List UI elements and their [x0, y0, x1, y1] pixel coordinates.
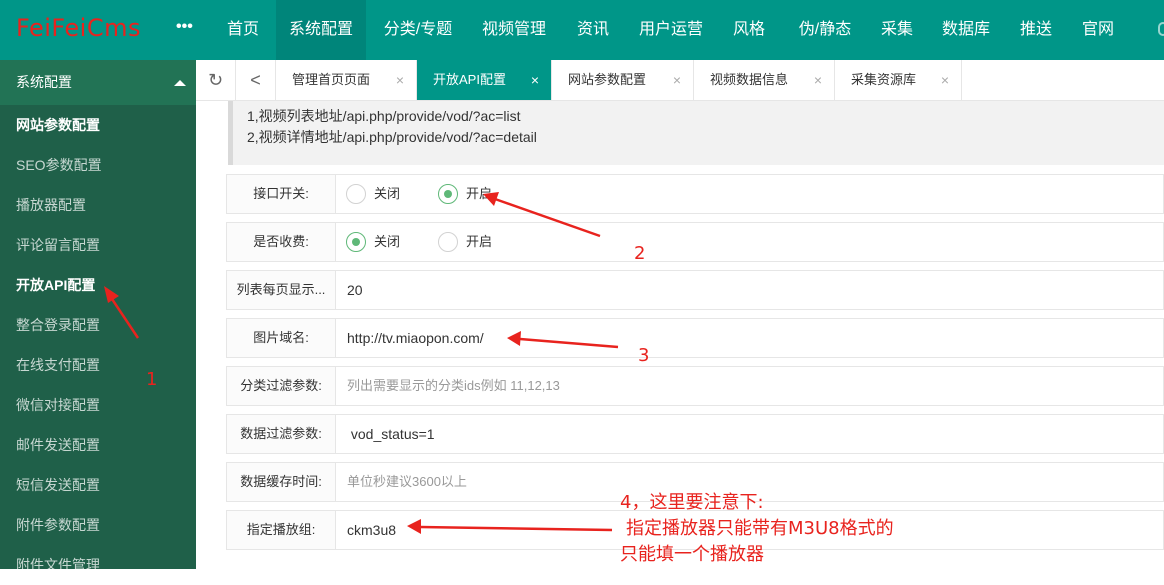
tab-collect-source[interactable]: 采集资源库 ×	[835, 60, 962, 100]
close-icon[interactable]: ×	[396, 60, 404, 100]
nav-database[interactable]: 数据库	[932, 0, 1000, 60]
tab-label: 开放API配置	[433, 72, 506, 87]
data-filter-row: 数据过滤参数: vod_status=1	[226, 414, 1164, 454]
more-icon[interactable]: •••	[176, 18, 193, 36]
notice-line: 2,视频详情地址/api.php/provide/vod/?ac=detail	[247, 129, 537, 145]
field-label: 图片域名:	[227, 319, 336, 357]
sidebar-item-player[interactable]: 播放器配置	[0, 185, 196, 225]
sidebar: 系统配置 网站参数配置 SEO参数配置 播放器配置 评论留言配置 开放API配置…	[0, 60, 196, 573]
annotation-4-line3: 只能填一个播放器	[620, 544, 764, 565]
tab-label: 管理首页页面	[292, 72, 371, 87]
nav-user-ops[interactable]: 用户运营	[626, 0, 716, 60]
app-logo[interactable]: FeiFeiCms	[16, 14, 141, 42]
field-label: 指定播放组:	[227, 511, 336, 549]
nav-official[interactable]: 官网	[1070, 0, 1126, 60]
category-filter-row: 分类过滤参数: 列出需要显示的分类ids例如 11,12,13	[226, 366, 1164, 406]
image-domain-row: 图片域名: http://tv.miaopon.com/	[226, 318, 1164, 358]
tab-home[interactable]: 管理首页页面 ×	[276, 60, 417, 100]
tab-open-api[interactable]: 开放API配置 ×	[417, 60, 552, 100]
sidebar-item-payment[interactable]: 在线支付配置	[0, 345, 196, 385]
api-switch-row: 接口开关: 关闭 开启	[226, 174, 1164, 214]
close-icon[interactable]: ×	[673, 60, 681, 100]
page-size-row: 列表每页显示... 20	[226, 270, 1164, 310]
nav-rewrite[interactable]: 伪/静态	[782, 0, 868, 60]
caret-up-icon	[174, 80, 186, 86]
page-size-input[interactable]: 20	[337, 271, 1163, 309]
annotation-1: 1	[146, 369, 158, 390]
annotation-3: 3	[638, 345, 650, 366]
top-navbar: FeiFeiCms ••• 首页 系统配置 分类/专题 视频管理 资讯 用户运营…	[0, 0, 1164, 60]
field-label: 列表每页显示...	[227, 271, 336, 309]
sidebar-item-open-api[interactable]: 开放API配置	[0, 265, 196, 305]
sidebar-header-label: 系统配置	[16, 74, 72, 90]
nav-system-config[interactable]: 系统配置	[276, 0, 366, 60]
notice-line: 1,视频列表地址/api.php/provide/vod/?ac=list	[247, 108, 521, 124]
nav-home[interactable]: 首页	[212, 0, 274, 60]
tab-site-params[interactable]: 网站参数配置 ×	[552, 60, 694, 100]
sidebar-item-wechat[interactable]: 微信对接配置	[0, 385, 196, 425]
tab-video-data[interactable]: 视频数据信息 ×	[694, 60, 835, 100]
close-icon[interactable]: ×	[814, 60, 822, 100]
sidebar-item-files[interactable]: 附件文件管理	[0, 545, 196, 585]
sidebar-item-sms[interactable]: 短信发送配置	[0, 465, 196, 505]
nav-video-manage[interactable]: 视频管理	[470, 0, 558, 60]
close-icon[interactable]: ×	[941, 60, 949, 100]
charge-row: 是否收费: 关闭 开启	[226, 222, 1164, 262]
sidebar-item-site-params[interactable]: 网站参数配置	[0, 105, 196, 145]
image-domain-input[interactable]: http://tv.miaopon.com/	[337, 319, 1163, 357]
nav-push[interactable]: 推送	[1008, 0, 1064, 60]
category-filter-input[interactable]: 列出需要显示的分类ids例如 11,12,13	[337, 367, 1163, 405]
partial-icon[interactable]	[1158, 22, 1164, 36]
tab-label: 采集资源库	[851, 72, 917, 87]
field-label: 是否收费:	[227, 223, 336, 261]
tab-bar: ↻ < 管理首页页面 × 开放API配置 × 网站参数配置 × 视频数据信息 ×…	[196, 60, 1164, 101]
field-label: 数据过滤参数:	[227, 415, 336, 453]
nav-news[interactable]: 资讯	[564, 0, 622, 60]
api-notice: 1,视频列表地址/api.php/provide/vod/?ac=list 2,…	[228, 101, 1164, 165]
sidebar-menu: 网站参数配置 SEO参数配置 播放器配置 评论留言配置 开放API配置 整合登录…	[0, 105, 196, 573]
back-icon[interactable]: <	[236, 60, 276, 100]
close-icon[interactable]: ×	[531, 60, 539, 100]
sidebar-item-email[interactable]: 邮件发送配置	[0, 425, 196, 465]
annotation-4-line1: 4，这里要注意下:	[620, 492, 764, 513]
refresh-icon[interactable]: ↻	[196, 60, 236, 100]
field-label: 数据缓存时间:	[227, 463, 336, 501]
tab-label: 视频数据信息	[710, 72, 789, 87]
nav-style[interactable]: 风格	[720, 0, 778, 60]
annotation-2: 2	[634, 243, 646, 264]
nav-category[interactable]: 分类/专题	[370, 0, 466, 60]
sidebar-item-attachment[interactable]: 附件参数配置	[0, 505, 196, 545]
sidebar-item-comments[interactable]: 评论留言配置	[0, 225, 196, 265]
annotation-4-line2: 指定播放器只能带有M3U8格式的	[626, 518, 894, 539]
nav-collect[interactable]: 采集	[870, 0, 924, 60]
tab-label: 网站参数配置	[568, 72, 647, 87]
field-label: 分类过滤参数:	[227, 367, 336, 405]
sidebar-item-login[interactable]: 整合登录配置	[0, 305, 196, 345]
field-label: 接口开关:	[227, 175, 336, 213]
sidebar-item-seo[interactable]: SEO参数配置	[0, 145, 196, 185]
data-filter-input[interactable]: vod_status=1	[337, 415, 1163, 453]
sidebar-header[interactable]: 系统配置	[0, 60, 196, 105]
